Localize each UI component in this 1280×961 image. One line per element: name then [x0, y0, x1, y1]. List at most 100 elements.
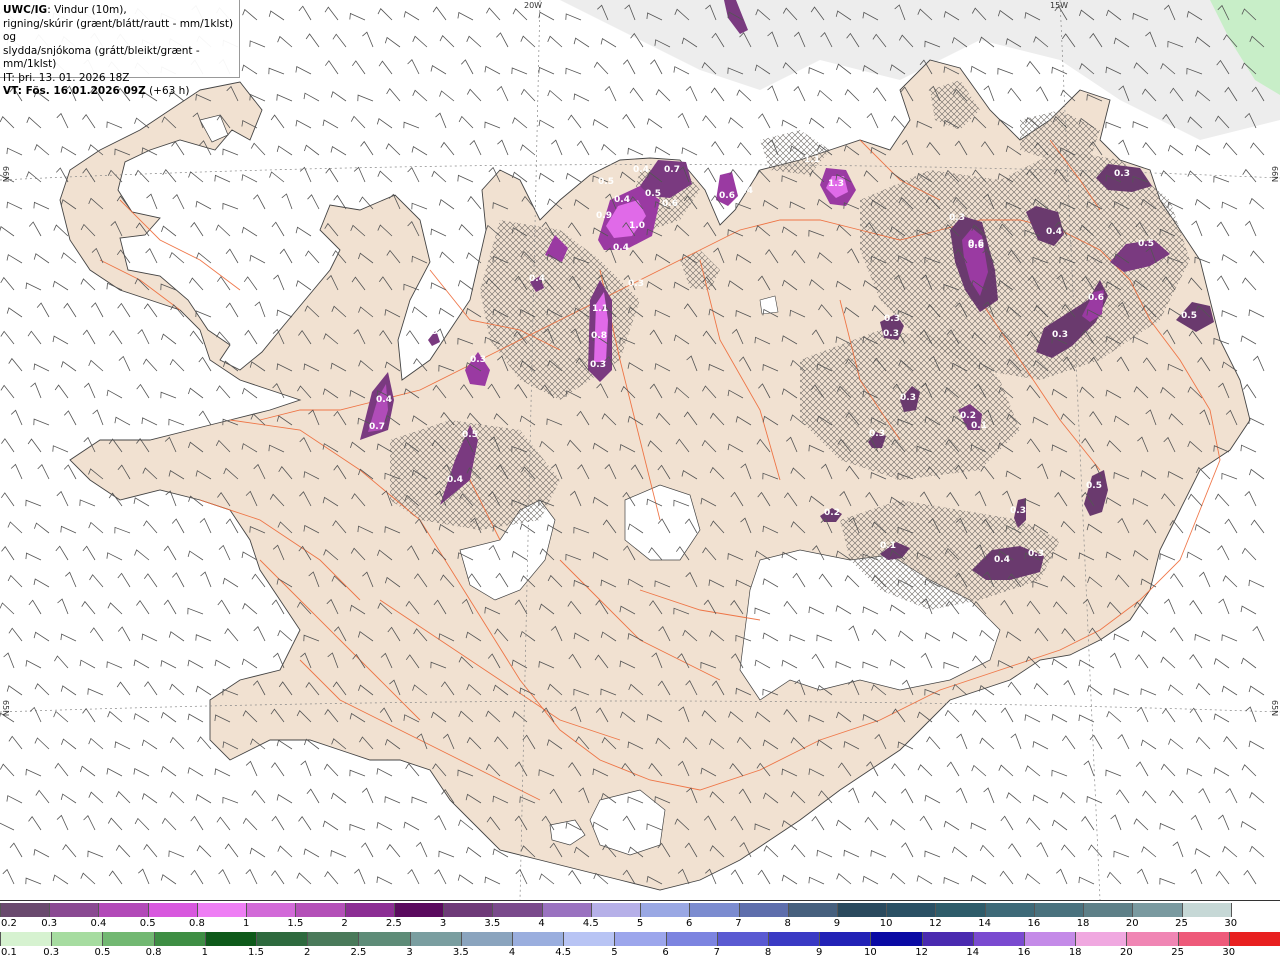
precip-value-label: 0.5	[1181, 311, 1197, 321]
scale-label: 30	[1222, 947, 1236, 958]
precip-value-label: 0.5	[645, 189, 661, 199]
scale-cell	[1033, 903, 1084, 917]
scale-label: 7	[735, 918, 742, 929]
precip-value-label: 0.3	[1028, 549, 1044, 559]
scale-label: 30	[1224, 918, 1238, 929]
scale-cell	[716, 932, 769, 946]
lat-label-66n-left: 66N	[1, 166, 10, 183]
snow-scale-labels: 0.2 0.3 0.4 0.5 0.8 1 1.5 2 2.5 3 3.5 4 4.5 5 6 7 8 9 10 12…	[0, 918, 1280, 932]
scale-cell	[886, 903, 936, 917]
scale-label: 14	[978, 918, 991, 929]
scale-cell	[1075, 932, 1127, 946]
scale-cell	[1024, 932, 1076, 946]
scale-cell	[836, 903, 887, 917]
scale-label: 2	[304, 947, 311, 958]
scale-label: 25	[1175, 918, 1188, 929]
scale-cell	[614, 932, 666, 946]
scale-label: 8	[764, 947, 772, 958]
scale-cell	[51, 932, 103, 946]
precip-value-label: 0.3	[422, 327, 438, 337]
scale-label: 8	[784, 918, 791, 929]
lat-label-65n-right: 65N	[1270, 700, 1279, 717]
scale-cell	[344, 903, 394, 917]
header-line-1: UWC/IG: Vindur (10m),	[3, 4, 239, 18]
scale-cell	[563, 932, 615, 946]
scale-cell	[1083, 903, 1133, 917]
scale-cell	[0, 903, 50, 917]
precip-value-label: 0.4	[633, 165, 649, 175]
scale-cell	[819, 932, 871, 946]
scale-cell	[541, 903, 591, 917]
scale-cell	[443, 903, 493, 917]
scale-label: 4	[538, 918, 545, 929]
precip-value-label: 0.3	[869, 429, 885, 439]
scale-cell	[870, 932, 922, 946]
precip-value-label: 0.2	[960, 411, 976, 421]
scale-label: 6	[662, 947, 669, 958]
scale-label: 3.5	[452, 947, 469, 958]
lon-label-20w: 20W	[524, 1, 543, 10]
precip-value-label: 0.3	[1052, 330, 1068, 340]
scale-label: 12	[929, 918, 942, 929]
scale-label: 9	[833, 918, 841, 929]
precip-value-label: 0.5	[598, 177, 614, 187]
scale-cell	[1126, 932, 1178, 946]
map-svg: 0.70.40.50.91.00.50.60.41.10.40.6 0.40.31…	[0, 0, 1280, 901]
scale-label: 4	[508, 947, 516, 958]
precip-value-label: 0.5	[1138, 239, 1154, 249]
scale-label: 0.3	[41, 918, 58, 929]
scale-label: 18	[1068, 947, 1082, 958]
scale-label: 2.5	[350, 947, 367, 958]
scale-label: 1	[242, 918, 250, 929]
scale-label: 6	[686, 918, 693, 929]
precip-value-label: 0.4	[376, 395, 392, 405]
scale-label: 5	[636, 918, 644, 929]
scale-label: 0.2	[1, 918, 17, 929]
precip-value-label: 0.1	[880, 541, 896, 551]
precip-value-label: 0.3	[883, 329, 899, 339]
scale-label: 0.5	[139, 918, 156, 929]
scale-cell	[665, 932, 717, 946]
scale-cell	[0, 932, 52, 946]
scale-cell	[640, 903, 690, 917]
scale-label: 10	[879, 918, 893, 929]
scale-cell	[512, 932, 564, 946]
precip-value-label: 1.3	[828, 179, 844, 189]
scale-cell	[307, 932, 359, 946]
precip-value-label: 1.1	[592, 304, 608, 314]
scale-cell	[738, 903, 788, 917]
precip-value-label: 0.6	[719, 191, 735, 201]
scale-cell	[1132, 903, 1182, 917]
precip-value-label: 0.3	[900, 393, 916, 403]
scale-cell	[246, 903, 296, 917]
scale-label: 12	[915, 947, 928, 958]
scale-cell	[972, 932, 1025, 946]
precip-value-label: 0.2	[824, 508, 840, 518]
scale-cell	[460, 932, 513, 946]
precip-value-label: 0.4	[1046, 227, 1062, 237]
scale-cell	[204, 932, 257, 946]
scale-label: 4.5	[555, 947, 572, 958]
scale-cell	[984, 903, 1034, 917]
scale-cell	[102, 932, 154, 946]
scale-label: 2.5	[385, 918, 402, 929]
precip-value-label: 0.4	[447, 475, 463, 485]
weather-map[interactable]: 0.7 0.4 0.5 0.9 1.0 0.5 0.6 0.4 1.1 0.4 0.6 0.4 0.3 1…	[0, 0, 1280, 901]
lat-label-66n-right: 66N	[1270, 166, 1279, 183]
header-valid-time: VT: Fös. 16.01.2026 09Z	[3, 85, 146, 97]
snow-scale-bar	[0, 903, 1280, 917]
precip-value-label: 0.3	[884, 314, 900, 324]
header-line-3: slydda/snjókoma (grátt/bleikt/grænt - mm…	[3, 44, 200, 71]
scale-cell	[492, 903, 542, 917]
rain-scale-bar	[0, 932, 1280, 946]
precip-value-label: 0.7	[664, 165, 680, 175]
precip-value-label: 0.8	[591, 331, 607, 341]
scale-label: 9	[816, 947, 823, 958]
scale-cell	[921, 932, 973, 946]
scale-cell	[153, 932, 205, 946]
map-header: UWC/IG: Vindur (10m), rigning/skúrir (gr…	[0, 0, 240, 97]
precip-value-label: 0.5	[462, 430, 478, 440]
precip-value-label: 0.6	[662, 199, 678, 209]
scale-label: 5	[611, 947, 618, 958]
scale-cell	[1177, 932, 1229, 946]
